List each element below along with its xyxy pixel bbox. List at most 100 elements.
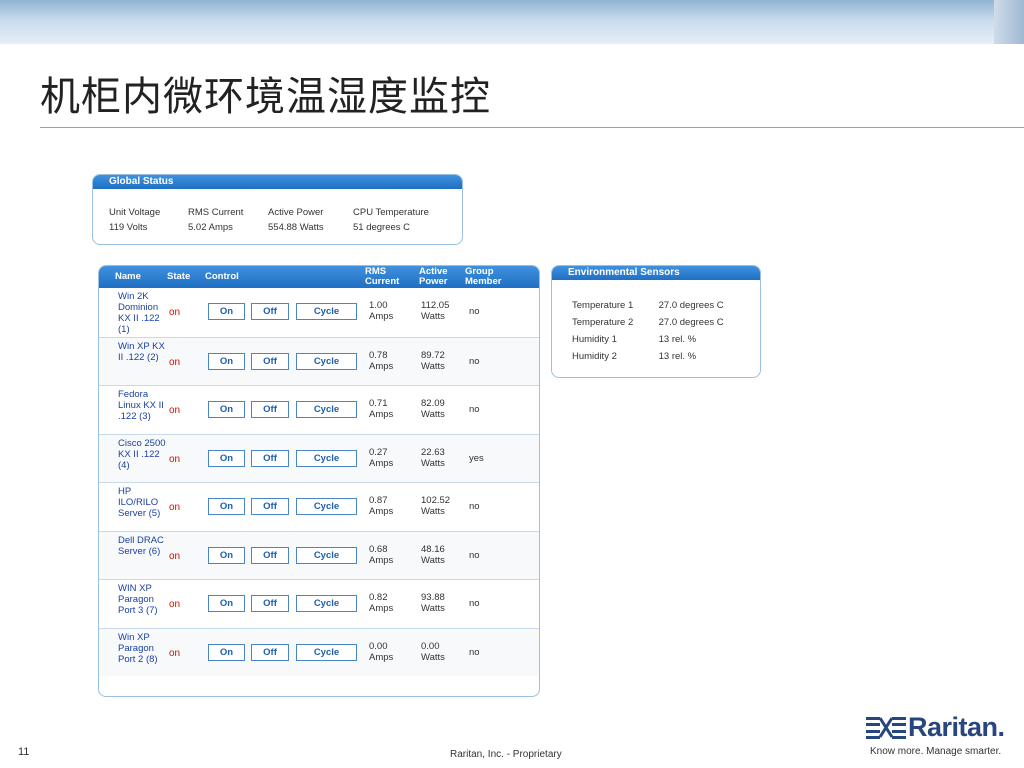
- outlets-table-header: Name State Control RMS Current Active Po…: [99, 266, 539, 288]
- cycle-button[interactable]: Cycle: [296, 643, 357, 661]
- slide-top-band: [0, 0, 1024, 44]
- sensor-value: 27.0 degrees C: [658, 317, 724, 328]
- rms-unit: Amps: [369, 506, 394, 517]
- off-button[interactable]: Off: [251, 643, 289, 661]
- sensor-row: Temperature 1 27.0 degrees C: [572, 300, 724, 317]
- cycle-button[interactable]: Cycle: [296, 546, 357, 564]
- raritan-logo-mark-icon: [866, 717, 906, 739]
- outlet-active-power: 112.05 Watts: [421, 300, 449, 322]
- sensor-value: 13 rel. %: [658, 334, 697, 345]
- table-row: HP ILO/RILO Server (5) on On Off Cycle 0…: [99, 482, 539, 531]
- outlet-name: Cisco 2500 KX II .122 (4): [118, 437, 166, 471]
- on-button[interactable]: On: [208, 352, 245, 370]
- on-button[interactable]: On: [208, 498, 245, 515]
- cycle-button[interactable]: Cycle: [296, 303, 357, 320]
- outlet-state: on: [169, 405, 181, 416]
- power-unit: Watts: [421, 603, 445, 614]
- table-row: Dell DRAC Server (6) on On Off Cycle 0.6…: [99, 530, 539, 579]
- active-power-value: 554.88 Watts: [268, 222, 324, 233]
- outlet-rms-current: 0.78 Amps: [369, 350, 393, 372]
- col-state: State: [167, 271, 191, 282]
- col-rms-line2: Current: [365, 276, 400, 287]
- rms-unit: Amps: [369, 651, 394, 663]
- outlet-group-member: no: [469, 501, 480, 512]
- off-button[interactable]: Off: [251, 595, 289, 612]
- outlet-state: on: [169, 453, 181, 465]
- cycle-button[interactable]: Cycle: [296, 401, 357, 418]
- outlet-group-member: no: [469, 355, 480, 367]
- power-unit: Watts: [421, 360, 445, 372]
- outlet-group-member: no: [469, 306, 480, 317]
- cycle-button[interactable]: Cycle: [296, 449, 357, 467]
- col-name: Name: [115, 271, 141, 282]
- power-value: 22.63: [421, 446, 445, 458]
- power-unit: Watts: [421, 506, 445, 517]
- cycle-button[interactable]: Cycle: [296, 352, 357, 370]
- rms-value: 0.00: [369, 640, 388, 652]
- power-unit: Watts: [421, 409, 445, 420]
- rms-value: 0.71: [369, 398, 388, 409]
- off-button[interactable]: Off: [251, 401, 289, 418]
- power-value: 112.05: [421, 300, 450, 311]
- outlet-name: Fedora Linux KX II .122 (3): [118, 389, 164, 422]
- rms-unit: Amps: [369, 554, 394, 566]
- cycle-button[interactable]: Cycle: [296, 498, 357, 515]
- power-unit: Watts: [421, 457, 445, 469]
- raritan-wordmark: Raritan.: [908, 712, 1005, 742]
- rms-value: 1.00: [369, 300, 388, 311]
- power-unit: Watts: [421, 554, 445, 566]
- on-button[interactable]: On: [208, 595, 245, 612]
- sensor-label: Humidity 1: [572, 334, 617, 345]
- unit-voltage-label: Unit Voltage: [109, 207, 161, 218]
- global-status-panel: Global Status Unit Voltage 119 Volts RMS…: [92, 174, 463, 245]
- raritan-logo: Raritan. Know more. Manage smarter.: [862, 712, 1022, 764]
- slide-title: 机柜内微环境温湿度监控: [40, 74, 491, 120]
- outlet-active-power: 82.09 Watts: [421, 398, 445, 420]
- outlets-panel: Name State Control RMS Current Active Po…: [98, 265, 540, 697]
- outlet-name: Win XP KX II .122 (2): [118, 340, 165, 363]
- table-row: Win XP KX II .122 (2) on On Off Cycle 0.…: [99, 336, 539, 385]
- environmental-sensors-header: Environmental Sensors: [552, 266, 760, 280]
- environmental-sensors-panel: Environmental Sensors Temperature 1 27.0…: [551, 265, 761, 378]
- table-row: Fedora Linux KX II .122 (3) on On Off Cy…: [99, 385, 539, 434]
- on-button[interactable]: On: [208, 643, 245, 661]
- outlet-name: WIN XP Paragon Port 3 (7): [118, 583, 158, 616]
- outlet-group-member: no: [469, 598, 480, 609]
- outlet-state: on: [169, 502, 181, 513]
- outlet-rms-current: 0.00 Amps: [369, 641, 393, 663]
- table-row: Win 2K Dominion KX II .122 (1) on On Off…: [99, 288, 539, 337]
- sensor-label: Temperature 2: [572, 317, 634, 328]
- off-button[interactable]: Off: [251, 449, 289, 467]
- sensor-list: Temperature 1 27.0 degrees C Temperature…: [572, 300, 724, 368]
- off-button[interactable]: Off: [251, 546, 289, 564]
- outlet-name: Win XP Paragon Port 2 (8): [118, 631, 158, 665]
- rms-current-label: RMS Current: [188, 207, 244, 218]
- col-group-line2: Member: [465, 276, 502, 287]
- sensor-label: Temperature 1: [572, 300, 634, 311]
- outlet-state: on: [169, 356, 181, 368]
- outlet-name: Win 2K Dominion KX II .122 (1): [118, 291, 160, 335]
- on-button[interactable]: On: [208, 401, 245, 418]
- off-button[interactable]: Off: [251, 352, 289, 370]
- table-row: Cisco 2500 KX II .122 (4) on On Off Cycl…: [99, 433, 539, 482]
- off-button[interactable]: Off: [251, 498, 289, 515]
- outlet-name: HP ILO/RILO Server (5): [118, 486, 161, 519]
- off-button[interactable]: Off: [251, 303, 289, 320]
- on-button[interactable]: On: [208, 449, 245, 467]
- table-row: Win XP Paragon Port 2 (8) on On Off Cycl…: [99, 627, 539, 676]
- rms-value: 0.68: [369, 543, 388, 555]
- table-row: WIN XP Paragon Port 3 (7) on On Off Cycl…: [99, 579, 539, 628]
- power-value: 102.52: [421, 495, 451, 506]
- page-number: 11: [18, 746, 30, 758]
- outlet-active-power: 0.00 Watts: [421, 641, 445, 663]
- col-power-line2: Power: [419, 276, 448, 287]
- power-value: 0.00: [421, 640, 440, 652]
- power-value: 48.16: [421, 543, 445, 555]
- power-unit: Watts: [421, 311, 445, 322]
- on-button[interactable]: On: [208, 303, 245, 320]
- title-divider: [40, 127, 1024, 128]
- rms-current-cell: RMS Current 5.02 Amps: [188, 207, 243, 233]
- outlet-state: on: [169, 550, 181, 562]
- cycle-button[interactable]: Cycle: [296, 595, 357, 612]
- on-button[interactable]: On: [208, 546, 245, 564]
